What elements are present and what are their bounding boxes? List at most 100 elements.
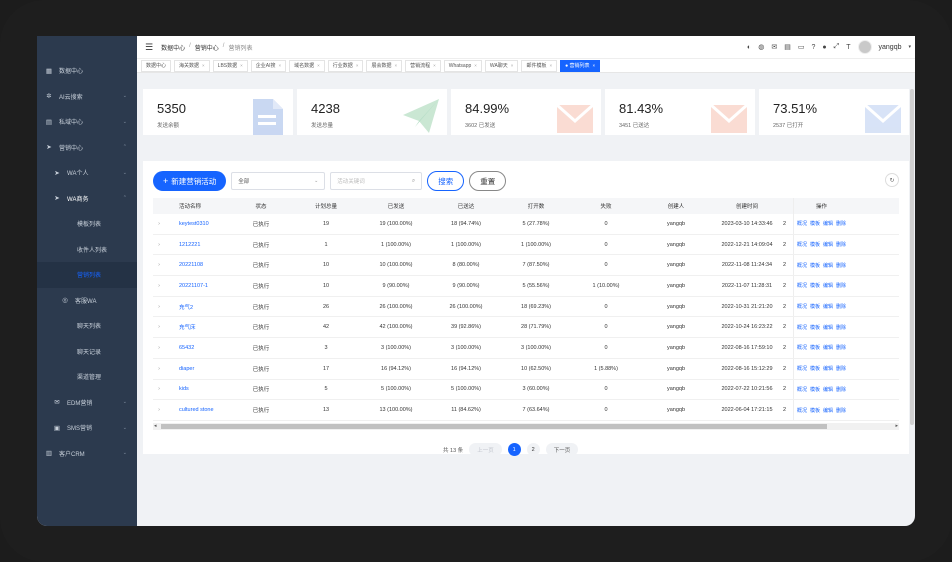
campaign-name-link[interactable]: 20221107-1 [165,283,231,289]
row-action-link[interactable]: 概况 [797,344,807,351]
menu-toggle-icon[interactable]: ☰ [145,42,153,53]
expand-icon[interactable]: › [153,221,165,227]
row-action-link[interactable]: 编辑 [823,344,833,351]
tab-item[interactable]: ● 营销列表 × [560,59,601,72]
breadcrumb-item[interactable]: 营销中心 [195,43,219,52]
caret-down-icon[interactable]: ▾ [908,44,911,50]
campaign-name-link[interactable]: 65432 [165,345,231,351]
tab-item[interactable]: 域名数据 × [289,59,325,72]
expand-icon[interactable]: › [153,283,165,289]
sidebar-item[interactable]: ▦ 数据中心 [37,58,137,84]
close-icon[interactable]: × [240,63,243,68]
row-action-link[interactable]: 删除 [836,324,846,331]
username[interactable]: yangqb [879,44,902,51]
close-icon[interactable]: × [511,63,514,68]
close-icon[interactable]: × [433,63,436,68]
status-select[interactable]: 全部 ⌄ [231,172,326,190]
row-action-link[interactable]: 编辑 [823,365,833,372]
row-action-link[interactable]: 模板 [810,282,820,289]
row-action-link[interactable]: 编辑 [823,324,833,331]
expand-icon[interactable]: › [153,262,165,268]
expand-icon[interactable]: › [153,386,165,392]
sidebar-item[interactable]: ➤ 营销中心 ⌃ [37,135,137,161]
row-action-link[interactable]: 删除 [836,407,846,414]
tab-item[interactable]: 行业数据 × [327,59,364,72]
monitor-icon[interactable]: ▭ [798,43,805,51]
refresh-icon[interactable]: ↻ [885,173,899,187]
sidebar-item[interactable]: ▣ SMS营销 ⌄ [37,415,137,441]
row-action-link[interactable]: 模板 [810,303,820,310]
row-action-link[interactable]: 模板 [810,365,820,372]
expand-icon[interactable]: › [153,407,165,413]
campaign-name-link[interactable]: diaper [165,366,231,372]
sidebar-item[interactable]: 模板列表 [37,211,137,237]
row-action-link[interactable]: 删除 [836,241,846,248]
campaign-name-link[interactable]: 20221108 [165,262,231,268]
tab-item[interactable]: 营销流程 × [405,59,441,72]
font-size-icon[interactable]: T [846,44,850,51]
expand-icon[interactable]: › [153,366,165,372]
sidebar-item[interactable]: ➤ WA个人 ⌄ [37,160,137,186]
row-action-link[interactable]: 模板 [810,220,820,227]
fullscreen-icon[interactable]: ⤢ [834,43,840,51]
row-action-link[interactable]: 编辑 [823,282,833,289]
row-action-link[interactable]: 删除 [836,344,846,351]
row-action-link[interactable]: 模板 [810,386,820,393]
scrollbar-thumb[interactable] [910,89,914,425]
row-action-link[interactable]: 概况 [797,303,807,310]
scrollbar-thumb[interactable] [161,424,827,429]
avatar[interactable] [857,40,872,54]
row-action-link[interactable]: 模板 [810,407,820,414]
sidebar-item[interactable]: ▤ 私域中心 ⌄ [37,109,137,135]
close-icon[interactable]: × [317,63,320,68]
sidebar-item[interactable]: ◎ 客服WA [37,288,137,314]
sidebar-item[interactable]: 收件人列表 [37,237,137,263]
row-action-link[interactable]: 删除 [836,386,846,393]
row-action-link[interactable]: 概况 [797,324,807,331]
inbox-icon[interactable]: ▤ [784,43,791,51]
page-2-button[interactable]: 2 [526,443,540,456]
vertical-scrollbar[interactable] [909,89,915,455]
campaign-name-link[interactable]: keytest0310 [165,221,231,227]
search-input[interactable]: 活动关键词 ⌕ [330,172,423,190]
row-action-link[interactable]: 编辑 [823,220,833,227]
tab-item[interactable]: WA聊天 × [484,59,519,72]
tab-item[interactable]: 企业AI搜 × [250,59,287,72]
sidebar-item[interactable]: ✲ AI云搜索 ⌄ [37,84,137,110]
row-action-link[interactable]: 删除 [836,282,846,289]
scroll-left-icon[interactable]: ◂ [154,423,157,429]
row-action-link[interactable]: 编辑 [823,407,833,414]
row-action-link[interactable]: 编辑 [823,262,833,269]
breadcrumb-item[interactable]: 数据中心 [161,43,185,52]
scroll-right-icon[interactable]: ▸ [895,423,898,429]
page-1-button[interactable]: 1 [507,443,521,456]
horizontal-scrollbar[interactable]: ◂ ▸ [153,423,899,430]
close-icon[interactable]: × [474,63,477,68]
github-icon[interactable]: ● [822,44,826,51]
row-action-link[interactable]: 概况 [797,220,807,227]
sidebar-item[interactable]: 营销列表 [37,262,137,288]
row-action-link[interactable]: 模板 [810,344,820,351]
sidebar-item[interactable]: 聊天列表 [37,313,137,339]
row-action-link[interactable]: 概况 [797,365,807,372]
reset-button[interactable]: 重置 [469,171,507,191]
row-action-link[interactable]: 删除 [836,262,846,269]
close-icon[interactable]: × [549,63,552,68]
sidebar-item[interactable]: 渠道管理 [37,364,137,390]
tab-item[interactable]: 数据中心 [141,59,172,72]
expand-icon[interactable]: › [153,324,165,330]
tab-item[interactable]: 展会数据 × [366,59,403,72]
campaign-name-link[interactable]: 充气2 [165,303,231,311]
whatsapp-icon[interactable]: ◍ [758,43,764,51]
campaign-name-link[interactable]: 1212221 [165,242,231,248]
expand-icon[interactable]: › [153,304,165,310]
row-action-link[interactable]: 概况 [797,282,807,289]
row-action-link[interactable]: 编辑 [823,386,833,393]
mail-icon[interactable]: ✉ [771,43,777,51]
row-action-link[interactable]: 概况 [797,262,807,269]
prev-page-button[interactable]: 上一页 [469,443,502,456]
close-icon[interactable]: × [279,63,282,68]
tab-item[interactable]: 邮件模板 × [521,59,558,72]
tab-item[interactable]: LBS数据 × [212,59,248,72]
tab-item[interactable]: Whatsapp × [443,59,482,72]
